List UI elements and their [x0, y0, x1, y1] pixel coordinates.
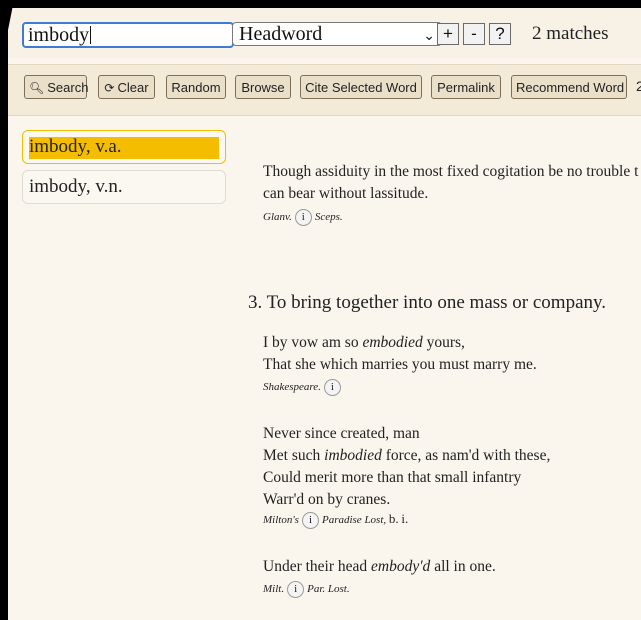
quote-citation: Shakespeare. i	[263, 379, 344, 396]
info-icon[interactable]: i	[294, 209, 312, 226]
browse-button[interactable]: Browse	[235, 75, 291, 99]
toolbar: 🔍︎ Search ⟳ Clear Random Browse Cite Selec…	[8, 64, 641, 116]
quote-text: Under their head	[263, 558, 372, 575]
citation-number: i.	[401, 511, 409, 526]
quote-line: Could merit more than that small infantr…	[263, 469, 522, 486]
info-icon[interactable]: i	[301, 511, 319, 529]
quote-line: Under their head embody'd all in one.	[263, 558, 496, 576]
info-icon[interactable]: i	[287, 581, 305, 598]
random-button[interactable]: Random	[166, 75, 226, 99]
citation-author: Milt.	[263, 583, 285, 596]
quote-line: Warr'd on by cranes.	[263, 491, 391, 508]
search-input-value: imbody	[28, 24, 90, 46]
headword-emphasis: imbodied	[324, 447, 382, 464]
chevron-down-icon: ⌄	[423, 28, 435, 44]
cite-selected-word-button[interactable]: Cite Selected Word	[300, 75, 422, 99]
text-caret	[90, 26, 92, 44]
search-field-value: Headword	[239, 23, 323, 45]
citation-book: b.	[388, 511, 399, 526]
headword-emphasis: embody'd	[371, 558, 431, 575]
headword-emphasis: embodied	[362, 334, 423, 351]
citation-author: Shakespeare.	[263, 381, 321, 394]
search-bar: imbody Headword ⌄ + - ? 2 matches	[8, 8, 641, 58]
result-item-label: imbody, v.n.	[29, 176, 123, 197]
quote-text: force, as nam'd with these,	[381, 447, 551, 464]
search-button-label: Search	[47, 80, 89, 95]
refresh-icon: ⟳	[104, 81, 115, 95]
clear-button[interactable]: ⟳ Clear	[98, 75, 155, 99]
quote-text: I by vow am so	[263, 334, 363, 351]
match-count: 2 matches	[532, 23, 609, 44]
result-item-label: imbody, v.a.	[29, 136, 122, 157]
citation-work: Paradise Lost,	[321, 514, 387, 526]
citation-author: Milton's	[263, 514, 299, 526]
remove-term-button[interactable]: -	[463, 23, 485, 45]
recommend-word-button[interactable]: Recommend Word	[511, 75, 627, 99]
window-corner-shadow	[0, 0, 14, 70]
toolbar-overflow: 2	[636, 78, 641, 94]
quote-line: Met such imbodied force, as nam'd with t…	[263, 447, 550, 465]
quote-citation: Glanv. i Sceps.	[263, 209, 343, 226]
result-item[interactable]: imbody, v.a.	[22, 130, 226, 164]
quote-line: can bear without lassitude.	[263, 185, 429, 202]
help-button[interactable]: ?	[489, 23, 511, 45]
permalink-button[interactable]: Permalink	[431, 75, 501, 99]
search-input[interactable]: imbody	[22, 22, 234, 48]
quote-line: Though assiduity in the most fixed cogit…	[263, 163, 639, 180]
citation-work: Sceps.	[314, 211, 343, 224]
search-field-select[interactable]: Headword ⌄	[232, 22, 442, 46]
quote-line: Never since created, man	[263, 425, 420, 442]
search-icon: 🔍︎	[29, 81, 45, 95]
quote-text: Met such	[263, 447, 325, 464]
citation-work: Par. Lost.	[307, 583, 350, 596]
quote-line: I by vow am so embodied yours,	[263, 334, 465, 352]
quote-text: yours,	[422, 334, 465, 351]
quote-text: all in one.	[430, 558, 496, 575]
quote-citation: Milt. i Par. Lost.	[263, 581, 350, 598]
result-item[interactable]: imbody, v.n.	[22, 170, 226, 204]
search-button[interactable]: 🔍︎ Search	[24, 75, 89, 99]
clear-button-label: Clear	[117, 80, 149, 95]
info-icon[interactable]: i	[323, 379, 341, 396]
citation-author: Glanv.	[263, 211, 292, 224]
quote-citation: Milton's i Paradise Lost, b. i.	[263, 511, 408, 529]
sense-heading: 3. To bring together into one mass or co…	[248, 292, 607, 313]
add-term-button[interactable]: +	[437, 23, 459, 45]
results-list: imbody, v.a. imbody, v.n.	[22, 130, 226, 210]
entry-content: Though assiduity in the most fixed cogit…	[246, 118, 641, 620]
quote-line: That she which marries you must marry me…	[263, 356, 537, 373]
dictionary-page: imbody Headword ⌄ + - ? 2 matches 🔍︎ Sear…	[8, 8, 641, 620]
